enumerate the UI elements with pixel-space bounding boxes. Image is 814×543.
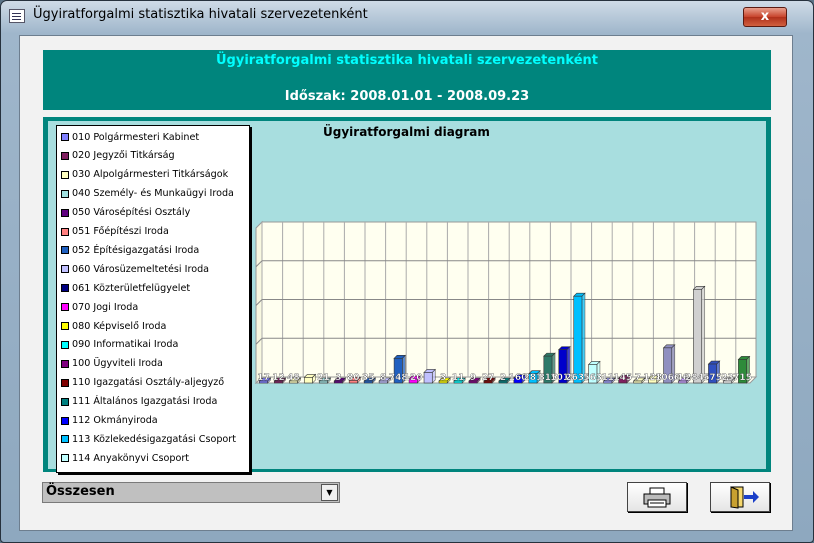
bar-data-label: 21 <box>317 373 330 383</box>
bar-data-label: 3 <box>335 373 341 383</box>
bar-data-label: 2 <box>500 373 506 383</box>
bar-data-label: 575 <box>703 373 722 383</box>
window-title: Ügyiratforgalmi statisztika hivatali sze… <box>33 7 368 22</box>
close-button[interactable]: x <box>743 7 787 27</box>
bar-side <box>581 292 586 384</box>
bar-data-label: 23 <box>721 373 734 383</box>
title-bar[interactable]: Ügyiratforgalmi statisztika hivatali sze… <box>1 1 813 31</box>
bar-data-label: 715 <box>733 373 752 383</box>
bar-data-label: 35 <box>362 373 375 383</box>
report-title: Ügyiratforgalmi statisztika hivatali sze… <box>215 53 599 68</box>
bar-data-label: 8 <box>380 373 386 383</box>
print-button[interactable] <box>627 482 687 512</box>
report-header: Ügyiratforgalmi statisztika hivatali sze… <box>43 50 771 110</box>
bar-data-label: 11 <box>602 373 615 383</box>
app-window: Ügyiratforgalmi statisztika hivatali sze… <box>0 0 814 543</box>
exit-door-icon <box>730 486 759 509</box>
printer-icon <box>643 487 671 508</box>
bar-data-label: 80 <box>347 373 360 383</box>
chart-area: 010 Polgármesteri Kabinet 020 Jegyzői Tit… <box>48 121 766 473</box>
chevron-down-icon[interactable]: ▼ <box>321 484 338 501</box>
bar-data-label: 17 <box>257 373 270 383</box>
report-period: Időszak: 2008.01.01 - 2008.09.23 <box>284 89 530 104</box>
form-client-area: Ügyiratforgalmi statisztika hivatali sze… <box>19 35 793 531</box>
bar-data-label: 9 <box>470 373 476 383</box>
bar-data-label: 7 <box>635 373 641 383</box>
bar-data-label: 3 <box>440 373 446 383</box>
bar-data-label: 120 <box>404 373 423 383</box>
bar <box>423 372 433 384</box>
exit-button[interactable] <box>710 482 770 512</box>
chart-panel: 010 Polgármesteri Kabinet 020 Jegyzői Tit… <box>43 117 771 473</box>
unit-select-value: Összesen <box>46 484 115 499</box>
bar-data-label: 48 <box>287 373 300 383</box>
bar-side <box>701 285 706 384</box>
bar <box>303 377 313 384</box>
bar <box>693 289 703 384</box>
form-icon <box>9 9 25 23</box>
bar-data-label: 563 <box>583 373 602 383</box>
bar-data-label: 11 <box>452 373 465 383</box>
unit-select[interactable]: Összesen ▼ <box>42 482 340 503</box>
bar <box>573 295 583 384</box>
bar-data-label: 27 <box>482 373 495 383</box>
bar-data-label: 12 <box>272 373 285 383</box>
bar-chart: 17 12 48 21 3 80 35 8 748120 3 11 9 27 2 1602818151012… <box>254 220 758 385</box>
bar-data-label: 145 <box>613 373 632 383</box>
